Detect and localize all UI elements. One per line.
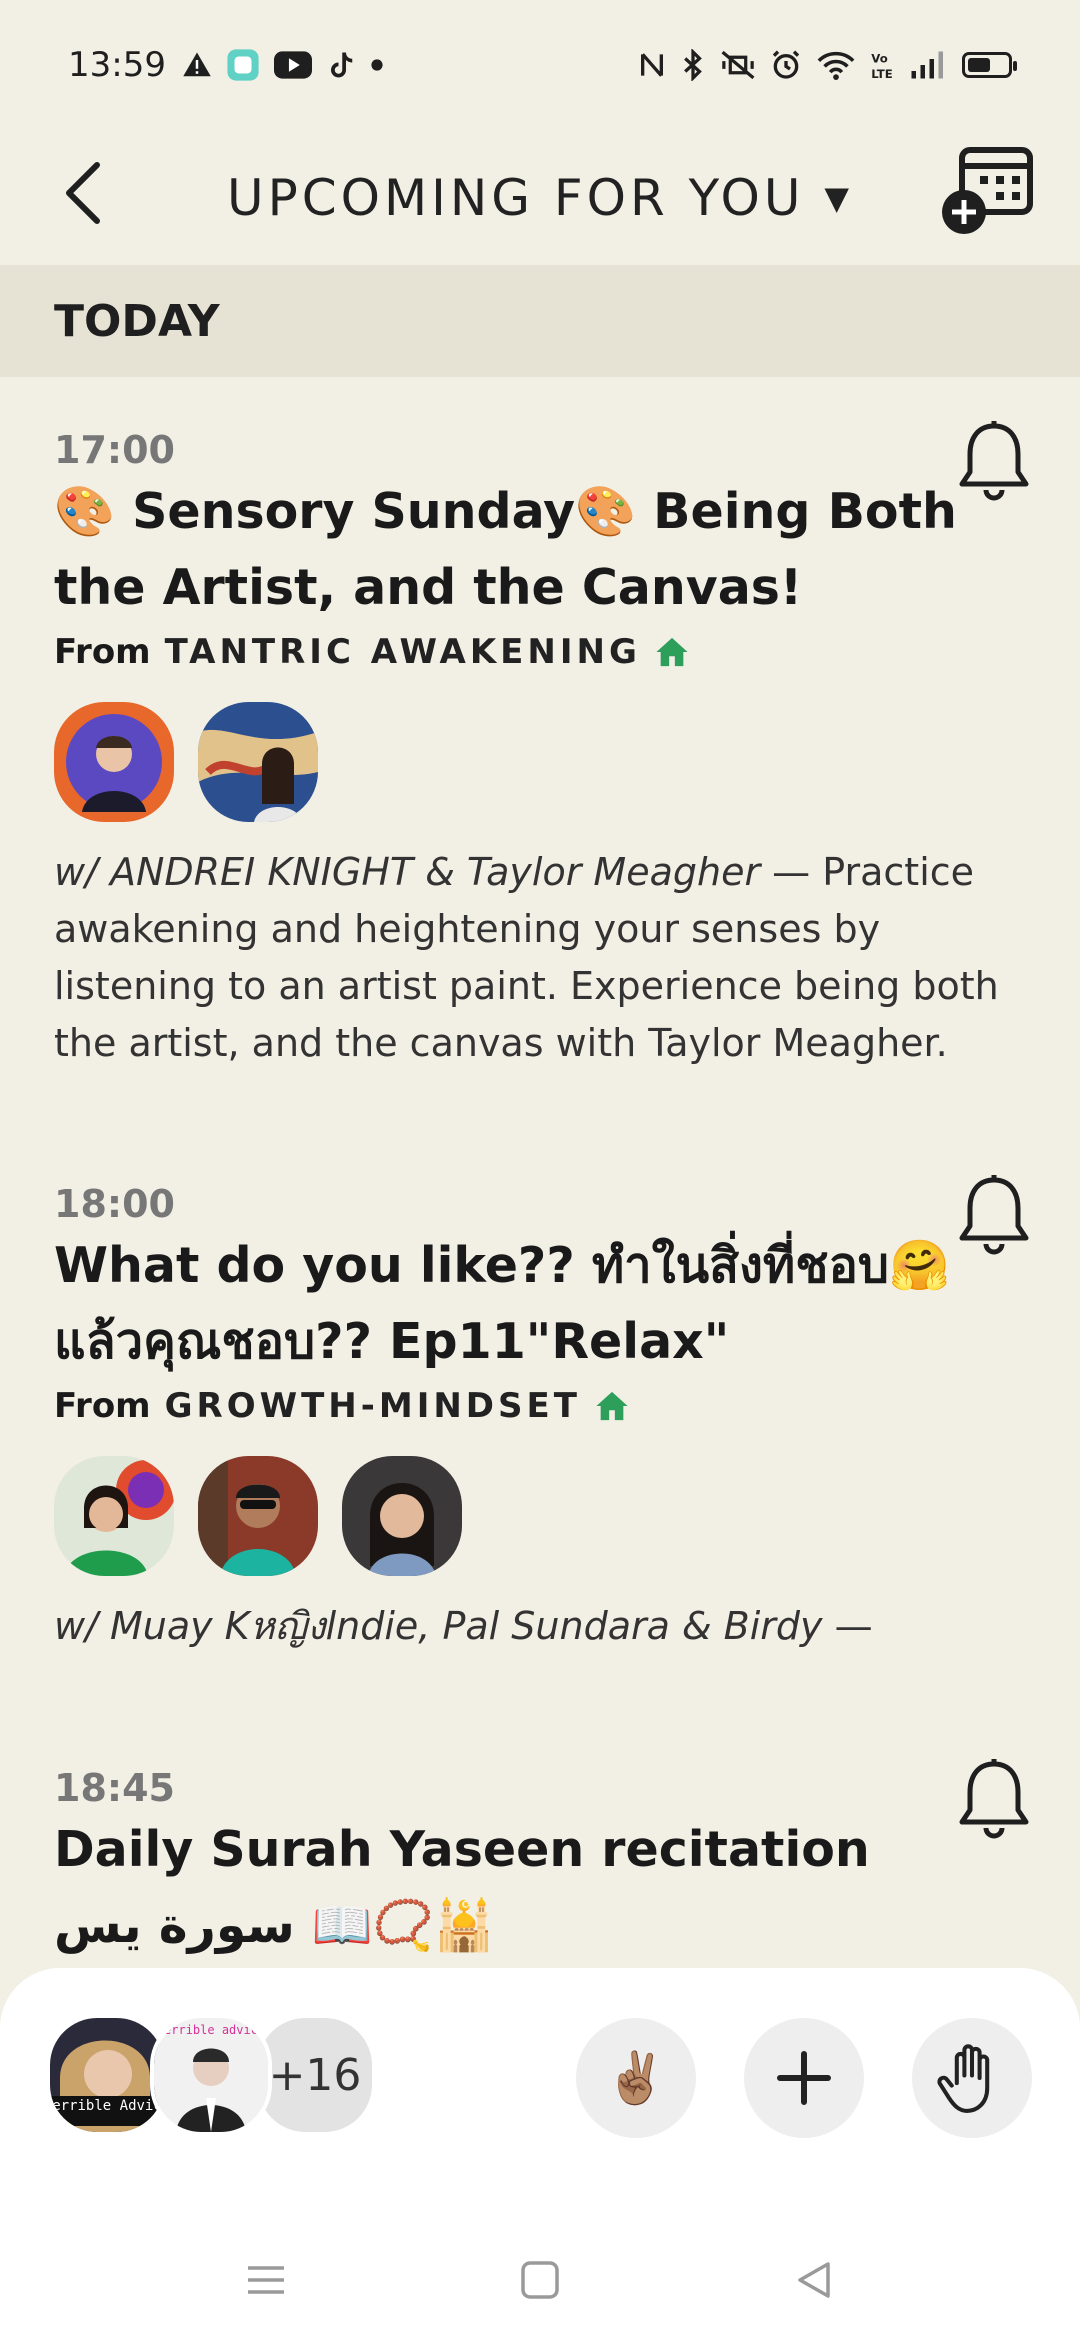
plus-icon: [777, 2051, 831, 2105]
bell-icon: [959, 1175, 1029, 1255]
tiktok-icon: [330, 52, 353, 78]
event-title: What do you like?? ทำในสิ่งที่ชอบ🤗แล้วคุ…: [54, 1237, 950, 1370]
event-title: Daily Surah Yaseen recitation سورة يس 📖📿…: [54, 1821, 870, 1954]
avatar[interactable]: [54, 702, 174, 822]
notify-bell-button[interactable]: [954, 418, 1034, 508]
peace-out-button[interactable]: ✌🏽: [576, 2018, 696, 2138]
event-time: 17:00: [54, 428, 175, 472]
event-time: 18:00: [54, 1182, 175, 1226]
event-hosts: w/ ANDREI KNIGHT & Taylor Meagher: [54, 850, 761, 894]
event-card[interactable]: 17:00 🎨 Sensory Sunday🎨 Being Both the A…: [54, 421, 1034, 1072]
page-title: UPCOMING FOR YOU: [226, 168, 805, 227]
event-card[interactable]: 18:00 What do you like?? ทำในสิ่งที่ชอบ🤗…: [54, 1175, 1034, 1655]
app-icon: [227, 49, 259, 81]
calendar-add-icon: [942, 147, 1033, 234]
vibrate-icon: [721, 50, 755, 80]
peace-hand-icon: ✌🏽: [604, 2048, 668, 2107]
bluetooth-icon: [684, 49, 702, 81]
dropdown-triangle-icon: ▼: [824, 178, 854, 217]
system-nav-bar: [0, 2220, 1080, 2340]
event-title: 🎨 Sensory Sunday🎨 Being Both the Artist,…: [54, 483, 957, 616]
avatar[interactable]: [342, 1456, 462, 1576]
svg-text:LTE: LTE: [871, 67, 892, 81]
dot-icon: [371, 59, 383, 71]
volte-icon: Vo LTE: [871, 51, 892, 81]
youtube-icon: [273, 51, 312, 79]
home-icon[interactable]: [518, 2258, 562, 2302]
house-icon: [596, 1391, 628, 1421]
alarm-icon: [772, 50, 800, 79]
alert-icon: [183, 52, 211, 77]
avatar[interactable]: [198, 1456, 318, 1576]
section-label: TODAY: [54, 295, 220, 347]
bell-icon: [959, 421, 1029, 501]
mini-avatar-text: terrible advice: [157, 2023, 265, 2037]
status-bar: 13:59 Vo LTE: [0, 0, 1080, 130]
add-to-calendar-button[interactable]: [940, 140, 1040, 240]
raise-hand-button[interactable]: [912, 2018, 1032, 2138]
event-hosts: w/ Muay Kหญิงlndie, Pal Sundara & Birdy: [54, 1604, 823, 1648]
event-club-line[interactable]: From GROWTH-MINDSET: [54, 1386, 1034, 1426]
menu-icon[interactable]: [244, 2260, 288, 2300]
notify-bell-button[interactable]: [954, 1172, 1034, 1262]
mini-avatar-text: Terrible Advice: [50, 2098, 164, 2114]
event-description-text: —: [822, 1604, 873, 1648]
avatar[interactable]: [198, 702, 318, 822]
from-label: From: [54, 1386, 151, 1426]
battery-icon: [962, 52, 1017, 78]
raise-hand-icon: [937, 2044, 990, 2113]
house-icon: [656, 637, 688, 667]
event-club-line[interactable]: From TANTRIC AWAKENING: [54, 632, 1034, 672]
mini-avatar[interactable]: terrible advice: [150, 2014, 272, 2136]
nfc-icon: [641, 53, 663, 77]
add-button[interactable]: [744, 2018, 864, 2138]
back-nav-icon[interactable]: [792, 2258, 836, 2302]
status-time: 13:59: [68, 45, 166, 85]
from-label: From: [54, 632, 151, 672]
svg-text:Vo: Vo: [871, 51, 887, 65]
club-name: TANTRIC AWAKENING: [164, 632, 641, 672]
event-time: 18:45: [54, 1766, 175, 1810]
event-description: w/ ANDREI KNIGHT & Taylor Meagher — Prac…: [54, 844, 1034, 1072]
club-name: GROWTH-MINDSET: [164, 1386, 581, 1426]
more-listeners-count[interactable]: +16: [254, 2014, 376, 2136]
listeners-preview[interactable]: Terrible Advice terrible advice +16: [46, 2014, 376, 2136]
section-header-today: TODAY: [0, 265, 1080, 377]
feed-selector[interactable]: UPCOMING FOR YOU ▼: [0, 130, 1080, 265]
signal-icon: [911, 51, 943, 79]
event-description: w/ Muay Kหญิงlndie, Pal Sundara & Birdy …: [54, 1598, 1034, 1655]
event-card[interactable]: 18:45 Daily Surah Yaseen recitation سورة…: [54, 1759, 1034, 1964]
top-bar: UPCOMING FOR YOU ▼: [0, 130, 1080, 265]
wifi-icon: [817, 51, 855, 80]
avatar[interactable]: [54, 1456, 174, 1576]
notify-bell-button[interactable]: [954, 1756, 1034, 1846]
bell-icon: [959, 1759, 1029, 1839]
